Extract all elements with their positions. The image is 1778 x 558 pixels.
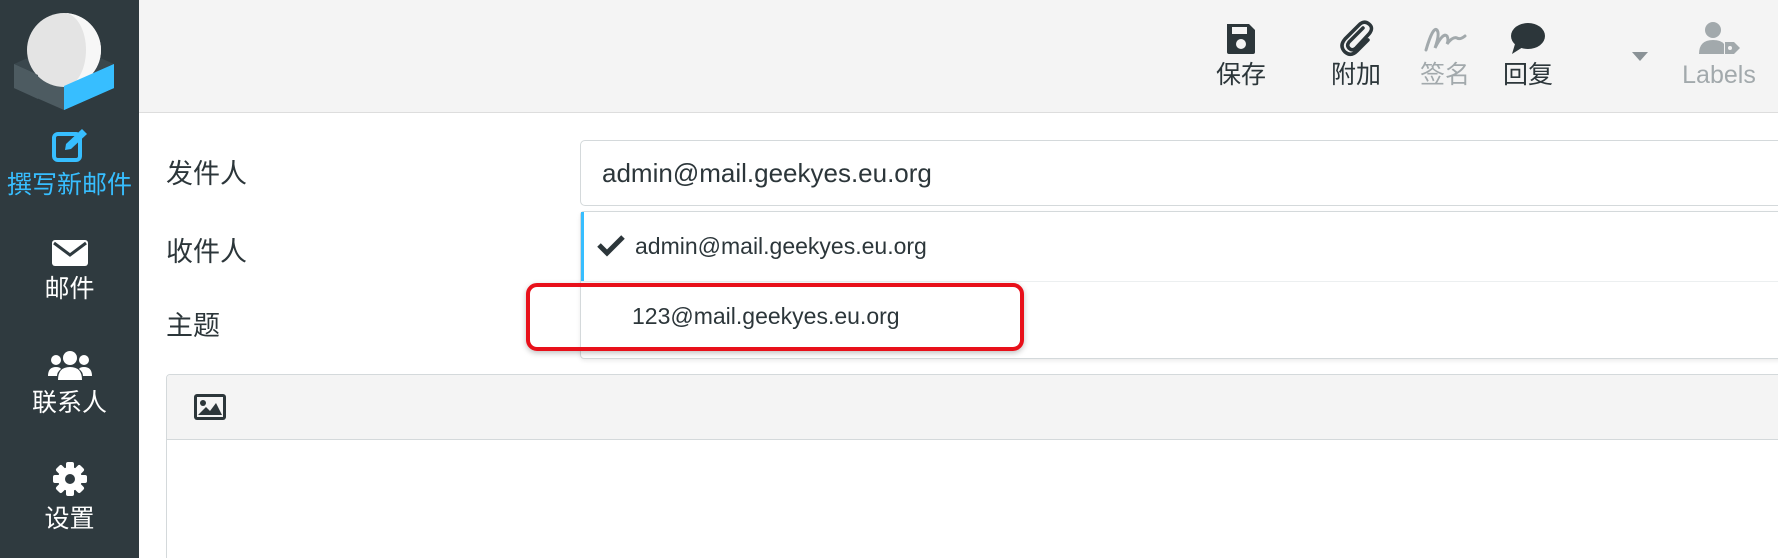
save-icon — [1227, 24, 1255, 54]
message-editor[interactable] — [166, 374, 1778, 558]
suggestion-item[interactable]: admin@mail.geekyes.eu.org — [581, 212, 1778, 281]
envelope-icon — [51, 240, 88, 266]
gear-icon — [52, 462, 87, 496]
labels-button[interactable]: Labels — [1659, 18, 1778, 98]
image-icon[interactable] — [193, 393, 227, 421]
highlight-annotation — [526, 283, 1024, 351]
from-label: 发件人 — [166, 159, 247, 190]
editor-toolbar — [167, 375, 1778, 440]
compose-icon — [51, 129, 87, 162]
roundcube-logo — [14, 13, 114, 110]
to-label: 收件人 — [166, 237, 247, 268]
labels-label: Labels — [1682, 61, 1756, 89]
speech-bubble-icon — [1511, 23, 1545, 54]
nav-contacts[interactable]: 联系人 — [0, 350, 139, 450]
signature-icon — [1424, 27, 1467, 52]
subject-label: 主题 — [166, 311, 220, 342]
contacts-icon — [47, 351, 92, 380]
save-button[interactable]: 保存 — [1179, 18, 1303, 98]
nav-contacts-label: 联系人 — [31, 388, 107, 417]
nav-compose[interactable]: 撰写新邮件 — [0, 128, 139, 228]
nav-compose-label: 撰写新邮件 — [6, 170, 132, 199]
paperclip-icon — [1340, 20, 1374, 56]
nav-settings[interactable]: 设置 — [0, 462, 139, 558]
from-field[interactable]: admin@mail.geekyes.eu.org — [580, 140, 1778, 206]
save-label: 保存 — [1215, 60, 1266, 89]
sidebar: 撰写新邮件 邮件 联系人 设置 — [0, 0, 139, 558]
responses-button[interactable]: 回复 — [1466, 18, 1590, 98]
chevron-down-icon[interactable] — [1632, 52, 1648, 61]
nav-mail[interactable]: 邮件 — [0, 240, 139, 340]
suggestion-address: admin@mail.geekyes.eu.org — [635, 233, 927, 259]
responses-label: 回复 — [1502, 60, 1553, 89]
nav-mail-label: 邮件 — [44, 274, 95, 303]
user-tag-icon — [1699, 22, 1740, 54]
compose-toolbar: 保存 附加 签名 回复 Labels — [139, 0, 1778, 113]
check-icon — [597, 235, 625, 257]
nav-settings-label: 设置 — [44, 504, 95, 533]
